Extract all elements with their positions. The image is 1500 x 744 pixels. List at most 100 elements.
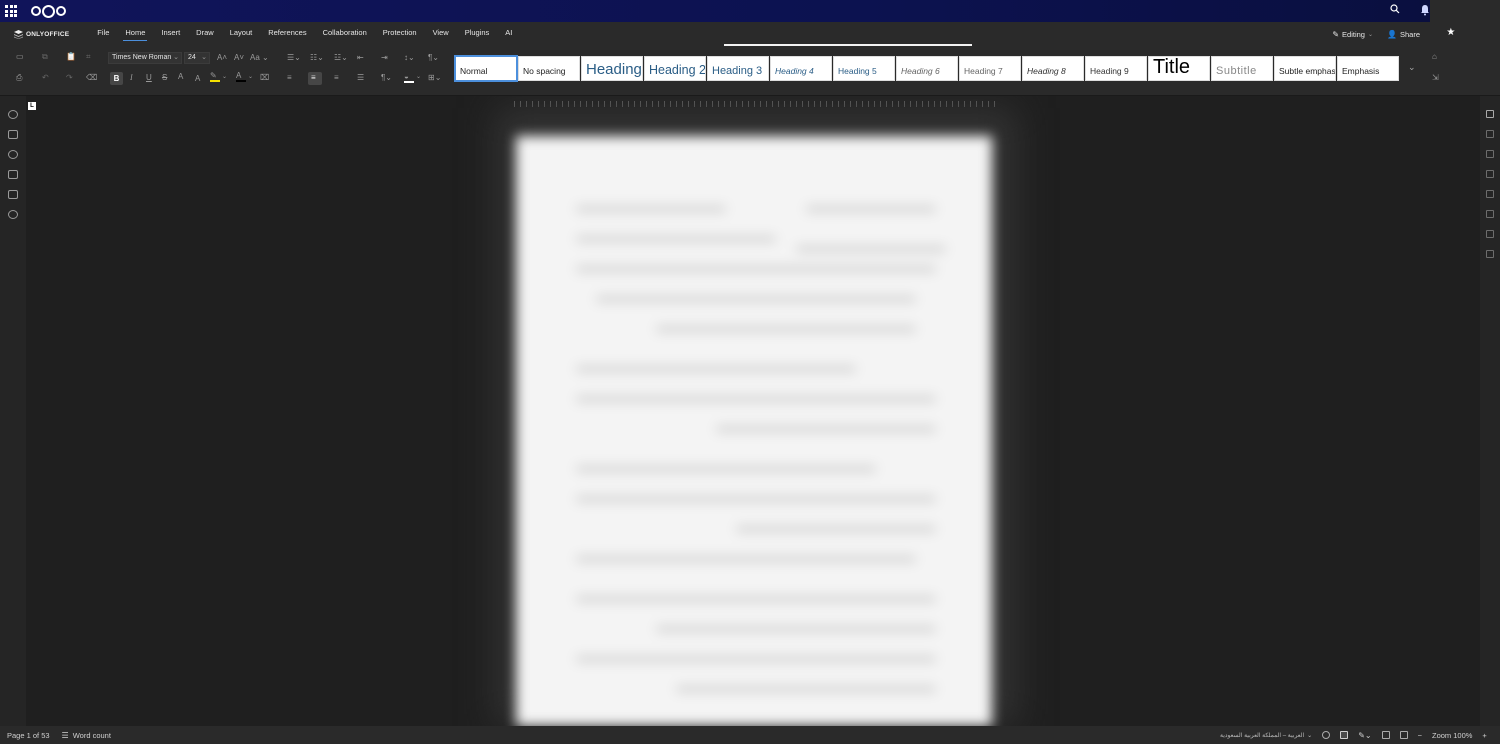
redo-icon[interactable]: ↷ xyxy=(66,73,73,82)
underline-button[interactable]: U xyxy=(146,73,152,82)
zoom-out-button[interactable]: − xyxy=(1418,731,1422,740)
italic-button[interactable]: I xyxy=(130,73,133,82)
fit-page-icon[interactable] xyxy=(1381,731,1390,739)
chevron-down-icon[interactable]: ⌄ xyxy=(222,73,227,80)
word-count-button[interactable]: ☰ Word count xyxy=(62,731,111,740)
select-icon[interactable]: ⇲ xyxy=(1432,73,1439,82)
style-heading-8[interactable]: Heading 8 xyxy=(1022,56,1084,81)
chevron-down-icon[interactable]: ⌄ xyxy=(248,73,253,80)
justify-icon[interactable]: ☰ xyxy=(357,73,364,82)
style-no-spacing[interactable]: No spacing xyxy=(518,56,580,81)
spellcheck-icon[interactable] xyxy=(1340,731,1349,739)
align-left-icon[interactable]: ≡ xyxy=(287,73,292,82)
style-subtitle[interactable]: Subtitle xyxy=(1211,56,1273,81)
paste-icon[interactable]: 📋 xyxy=(66,52,76,61)
globe-icon[interactable] xyxy=(1322,731,1331,739)
change-case-icon[interactable]: Aa ⌄ xyxy=(250,53,269,62)
text-art-icon[interactable] xyxy=(1486,230,1494,238)
style-heading-5[interactable]: Heading 5 xyxy=(833,56,895,81)
subscript-button[interactable]: A xyxy=(195,74,200,83)
insert-field-icon[interactable]: ⌂ xyxy=(1432,52,1437,61)
comment-icon[interactable] xyxy=(8,130,18,139)
style-normal[interactable]: Normal xyxy=(454,55,518,82)
copy-style-icon[interactable]: ⌗ xyxy=(86,52,91,62)
document-page[interactable] xyxy=(516,136,992,726)
search-icon[interactable] xyxy=(8,110,18,119)
copy-icon[interactable]: ⧉ xyxy=(42,52,48,62)
eraser-icon[interactable]: ⌧ xyxy=(260,73,269,82)
page-indicator[interactable]: Page 1 of 53 xyxy=(7,731,50,740)
bullets-icon[interactable]: ☰⌄ xyxy=(287,53,301,62)
tab-file[interactable]: File xyxy=(89,22,117,46)
editing-mode-button[interactable]: ✎ Editing ⌄ xyxy=(1332,30,1373,39)
zoom-in-button[interactable]: + xyxy=(1482,731,1486,740)
style-heading-4[interactable]: Heading 4 xyxy=(770,56,832,81)
superscript-button[interactable]: A xyxy=(178,72,183,81)
clear-style-icon[interactable]: ⌫ xyxy=(86,73,97,82)
style-heading-9[interactable]: Heading 9 xyxy=(1085,56,1147,81)
font-color-icon[interactable]: A xyxy=(236,71,246,82)
shading-icon[interactable]: ◒ xyxy=(404,72,414,83)
styles-expand-icon[interactable]: ⌄ xyxy=(1408,62,1416,73)
tab-ai[interactable]: AI xyxy=(497,22,520,46)
chat-icon[interactable] xyxy=(8,150,18,159)
align-center-button[interactable]: ≡ xyxy=(308,72,322,85)
share-button[interactable]: 👤 Share xyxy=(1387,30,1420,39)
multilevel-list-icon[interactable]: ☳⌄ xyxy=(334,53,348,62)
shape-settings-icon[interactable] xyxy=(1486,190,1494,198)
paragraph-style-icon[interactable]: ¶⌄ xyxy=(428,53,439,62)
nextcloud-logo-icon[interactable] xyxy=(31,4,66,18)
increase-font-icon[interactable]: A˄ xyxy=(217,53,227,62)
bold-button[interactable]: B xyxy=(110,72,123,85)
info-icon[interactable] xyxy=(8,210,18,219)
line-spacing-icon[interactable]: ↕⌄ xyxy=(404,53,415,62)
decrease-font-icon[interactable]: A˅ xyxy=(234,53,244,62)
style-heading-3[interactable]: Heading 3 xyxy=(707,56,769,81)
decrease-indent-icon[interactable]: ⇤ xyxy=(357,53,364,62)
font-size-select[interactable]: 24 ⌄ xyxy=(184,52,210,64)
horizontal-ruler[interactable] xyxy=(514,101,996,107)
style-emphasis[interactable]: Emphasis xyxy=(1337,56,1399,81)
tab-collaboration[interactable]: Collaboration xyxy=(315,22,375,46)
tab-protection[interactable]: Protection xyxy=(375,22,425,46)
table-settings-icon[interactable] xyxy=(1486,130,1494,138)
numbering-icon[interactable]: ☷⌄ xyxy=(310,53,324,62)
fit-width-icon[interactable] xyxy=(1399,731,1408,739)
save-icon[interactable]: ▭ xyxy=(16,52,24,61)
strikethrough-button[interactable]: S xyxy=(162,73,167,82)
print-icon[interactable]: ⎙ xyxy=(16,73,22,83)
tab-draw[interactable]: Draw xyxy=(188,22,222,46)
style-heading-6[interactable]: Heading 6 xyxy=(896,56,958,81)
chevron-down-icon[interactable]: ⌄ xyxy=(416,73,421,80)
tab-home[interactable]: Home xyxy=(117,22,153,46)
style-heading-2[interactable]: Heading 2 xyxy=(644,56,706,81)
chart-settings-icon[interactable] xyxy=(1486,210,1494,218)
style-heading-1[interactable]: Heading 1 xyxy=(581,56,643,81)
nonprinting-icon[interactable]: ¶⌄ xyxy=(381,73,392,82)
style-title[interactable]: Title xyxy=(1148,56,1210,81)
mail-merge-icon[interactable] xyxy=(1486,250,1494,258)
favorite-star-icon[interactable]: ★ xyxy=(1446,27,1455,38)
search-icon[interactable] xyxy=(1390,4,1400,14)
tab-stop-marker[interactable]: L xyxy=(28,102,36,110)
highlight-color-icon[interactable]: ✎ xyxy=(210,71,220,82)
document-canvas[interactable]: L xyxy=(26,96,1468,726)
image-settings-icon[interactable] xyxy=(1486,150,1494,158)
tab-insert[interactable]: Insert xyxy=(153,22,188,46)
apps-grid-icon[interactable] xyxy=(5,5,17,17)
navigation-icon[interactable] xyxy=(8,170,18,179)
font-family-select[interactable]: Times New Roman ⌄ xyxy=(108,52,182,64)
increase-indent-icon[interactable]: ⇥ xyxy=(381,53,388,62)
tab-references[interactable]: References xyxy=(260,22,314,46)
header-footer-icon[interactable] xyxy=(1486,170,1494,178)
bell-icon[interactable] xyxy=(1420,4,1430,16)
tab-plugins[interactable]: Plugins xyxy=(457,22,498,46)
style-subtle-emphasis[interactable]: Subtle emphasis xyxy=(1274,56,1336,81)
zoom-level[interactable]: Zoom 100% xyxy=(1432,731,1472,740)
feedback-icon[interactable] xyxy=(8,190,18,199)
language-select[interactable]: العربية – المملكة العربية السعودية ⌄ xyxy=(1220,732,1312,739)
undo-icon[interactable]: ↶ xyxy=(42,73,49,82)
tab-layout[interactable]: Layout xyxy=(222,22,261,46)
tab-view[interactable]: View xyxy=(425,22,457,46)
track-changes-icon[interactable]: ✎⌄ xyxy=(1358,731,1371,740)
